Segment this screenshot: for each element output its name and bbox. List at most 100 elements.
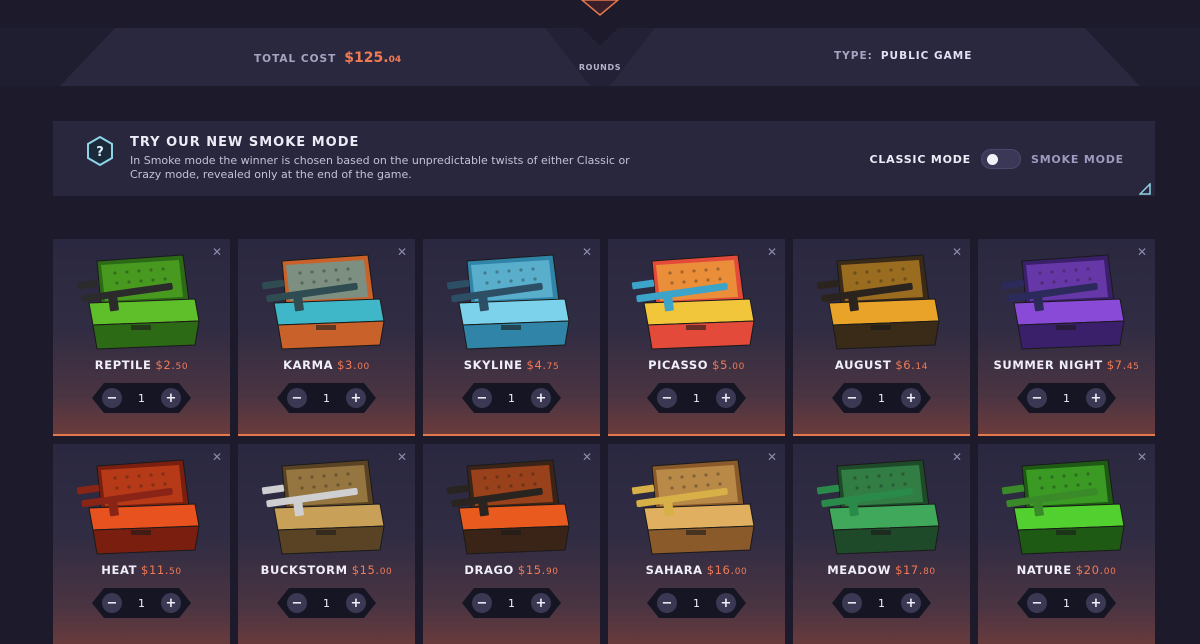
remove-case-icon[interactable]: ✕: [582, 450, 592, 464]
case-card[interactable]: ✕ PICASSO $5.00 − 1 +: [608, 239, 785, 436]
case-card[interactable]: ✕ REPTILE $2.50 − 1 +: [53, 239, 230, 436]
increase-quantity-button[interactable]: +: [346, 388, 366, 408]
classic-mode-label[interactable]: CLASSIC MODE: [869, 153, 970, 166]
decrease-quantity-button[interactable]: −: [657, 388, 677, 408]
decrease-quantity-button[interactable]: −: [1027, 593, 1047, 613]
case-name: SKYLINE $4.75: [423, 358, 600, 372]
case-title: NATURE: [1016, 563, 1072, 577]
increase-quantity-button[interactable]: +: [1086, 593, 1106, 613]
rounds-badge: [580, 0, 620, 16]
quantity-stepper: − 1 +: [92, 588, 191, 618]
quantity-stepper: − 1 +: [462, 383, 561, 413]
quantity-stepper: − 1 +: [1017, 383, 1116, 413]
case-title: PICASSO: [648, 358, 709, 372]
mode-toggle[interactable]: [980, 149, 1021, 169]
remove-case-icon[interactable]: ✕: [952, 245, 962, 259]
remove-case-icon[interactable]: ✕: [1137, 245, 1147, 259]
case-name: BUCKSTORM $15.00: [238, 563, 415, 577]
remove-case-icon[interactable]: ✕: [397, 450, 407, 464]
case-price: $20.00: [1075, 563, 1117, 577]
quantity-stepper: − 1 +: [1017, 588, 1116, 618]
case-card[interactable]: ✕ SAHARA $16.00 − 1 +: [608, 444, 785, 644]
remove-case-icon[interactable]: ✕: [582, 245, 592, 259]
decrease-quantity-button[interactable]: −: [657, 593, 677, 613]
quantity-value: 1: [508, 596, 515, 610]
smoke-mode-label[interactable]: SMOKE MODE: [1031, 153, 1124, 166]
quantity-value: 1: [1063, 596, 1070, 610]
decrease-quantity-button[interactable]: −: [102, 388, 122, 408]
case-title: AUGUST: [834, 358, 892, 372]
smoke-mode-description: In Smoke mode the winner is chosen based…: [130, 154, 630, 181]
increase-quantity-button[interactable]: +: [901, 388, 921, 408]
decrease-quantity-button[interactable]: −: [102, 593, 122, 613]
mode-switch: CLASSIC MODE SMOKE MODE: [869, 149, 1124, 169]
case-title: BUCKSTORM: [260, 563, 348, 577]
quantity-value: 1: [508, 391, 515, 405]
remove-case-icon[interactable]: ✕: [397, 245, 407, 259]
quantity-value: 1: [138, 596, 145, 610]
case-card[interactable]: ✕ AUGUST $6.14 − 1 +: [793, 239, 970, 436]
decrease-quantity-button[interactable]: −: [842, 593, 862, 613]
quantity-value: 1: [323, 596, 330, 610]
decrease-quantity-button[interactable]: −: [1027, 388, 1047, 408]
quantity-value: 1: [878, 596, 885, 610]
case-card[interactable]: ✕ KARMA $3.00 − 1 +: [238, 239, 415, 436]
case-card[interactable]: ✕ BUCKSTORM $15.00 − 1 +: [238, 444, 415, 644]
decrease-quantity-button[interactable]: −: [472, 388, 492, 408]
case-image: [261, 254, 385, 350]
case-card[interactable]: ✕ SKYLINE $4.75 − 1 +: [423, 239, 600, 436]
toggle-knob: [986, 154, 998, 165]
case-title: DRAGO: [464, 563, 514, 577]
increase-quantity-button[interactable]: +: [531, 388, 551, 408]
increase-quantity-button[interactable]: +: [531, 593, 551, 613]
case-image: [76, 459, 200, 555]
increase-quantity-button[interactable]: +: [161, 593, 181, 613]
increase-quantity-button[interactable]: +: [716, 388, 736, 408]
increase-quantity-button[interactable]: +: [901, 593, 921, 613]
case-image: [76, 254, 200, 350]
case-price: $17.80: [895, 563, 936, 577]
remove-case-icon[interactable]: ✕: [767, 245, 777, 259]
quantity-value: 1: [693, 596, 700, 610]
case-card[interactable]: ✕ HEAT $11.50 − 1 +: [53, 444, 230, 644]
quantity-value: 1: [878, 391, 885, 405]
svg-text:?: ?: [96, 145, 104, 160]
case-title: SKYLINE: [463, 358, 523, 372]
case-card[interactable]: ✕ NATURE $20.00 − 1 +: [978, 444, 1155, 644]
remove-case-icon[interactable]: ✕: [212, 245, 222, 259]
case-name: SUMMER NIGHT $7.45: [978, 358, 1155, 372]
case-title: SAHARA: [645, 563, 703, 577]
remove-case-icon[interactable]: ✕: [1137, 450, 1147, 464]
quantity-value: 1: [323, 391, 330, 405]
decrease-quantity-button[interactable]: −: [287, 388, 307, 408]
decrease-quantity-button[interactable]: −: [472, 593, 492, 613]
increase-quantity-button[interactable]: +: [716, 593, 736, 613]
decrease-quantity-button[interactable]: −: [842, 388, 862, 408]
decrease-quantity-button[interactable]: −: [287, 593, 307, 613]
case-card[interactable]: ✕ DRAGO $15.90 − 1 +: [423, 444, 600, 644]
case-card[interactable]: ✕ MEADOW $17.80 − 1 +: [793, 444, 970, 644]
increase-quantity-button[interactable]: +: [1086, 388, 1106, 408]
increase-quantity-button[interactable]: +: [346, 593, 366, 613]
case-image: [1001, 459, 1125, 555]
case-title: MEADOW: [827, 563, 892, 577]
quantity-stepper: − 1 +: [832, 383, 931, 413]
case-name: KARMA $3.00: [238, 358, 415, 372]
game-type: TYPE: PUBLIC GAME: [834, 50, 972, 62]
remove-case-icon[interactable]: ✕: [212, 450, 222, 464]
case-image: [261, 459, 385, 555]
case-title: KARMA: [283, 358, 334, 372]
remove-case-icon[interactable]: ✕: [767, 450, 777, 464]
quantity-stepper: − 1 +: [277, 383, 376, 413]
case-price: $5.00: [712, 358, 745, 372]
increase-quantity-button[interactable]: +: [161, 388, 181, 408]
case-title: HEAT: [101, 563, 138, 577]
quantity-stepper: − 1 +: [277, 588, 376, 618]
case-image: [446, 459, 570, 555]
remove-case-icon[interactable]: ✕: [952, 450, 962, 464]
corner-triangle-icon: [1139, 183, 1151, 195]
case-price: $11.50: [141, 563, 182, 577]
quantity-value: 1: [1063, 391, 1070, 405]
case-image: [631, 254, 755, 350]
case-card[interactable]: ✕ SUMMER NIGHT $7.45 − 1 +: [978, 239, 1155, 436]
